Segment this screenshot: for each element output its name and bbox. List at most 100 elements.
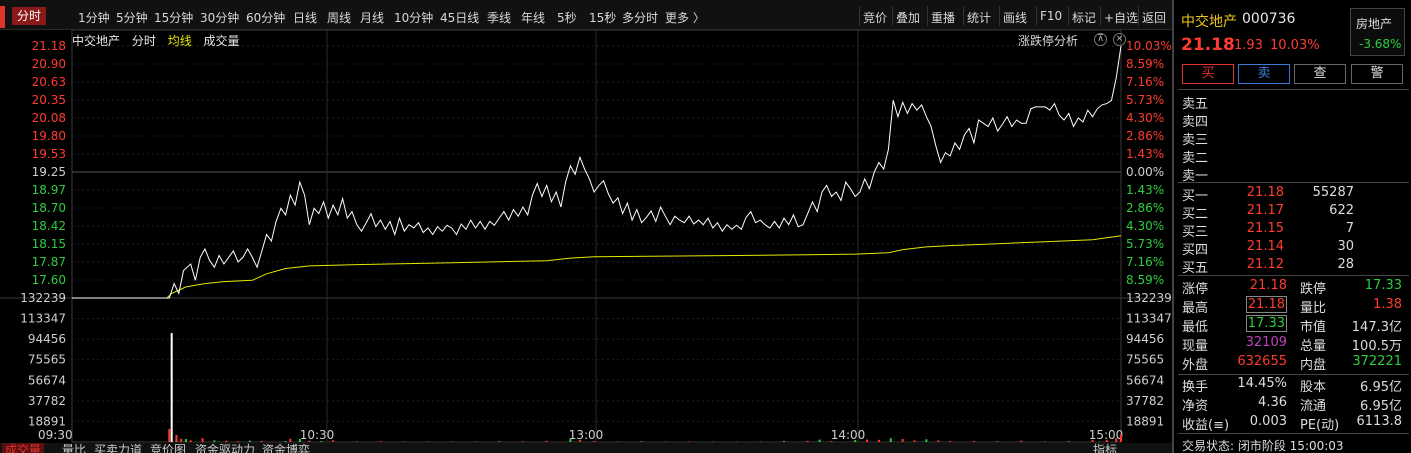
industry-box[interactable]: 房地产 -3.68%	[1350, 8, 1405, 56]
pct-tick-label: 4.30%	[1126, 219, 1164, 233]
indicator-tabs: 成交量 量比 买卖力道 竞价图 资金驱动力 资金博弈 指标	[0, 443, 1172, 453]
tool-button-6[interactable]: 标记	[1072, 9, 1096, 26]
ask-level[interactable]: 卖四	[1182, 111, 1208, 130]
bid-price: 21.14	[1246, 239, 1284, 254]
bid-volume: 55287	[1312, 185, 1354, 200]
price-tick-label: 18.70	[32, 201, 66, 215]
stat-label: 涨停	[1182, 282, 1209, 297]
period-tab-2[interactable]: 5分钟	[116, 9, 148, 26]
stat-value: 632655	[1237, 354, 1287, 369]
volume-bar	[1105, 439, 1108, 442]
period-tab-9[interactable]: 10分钟	[394, 9, 433, 26]
limit-analysis-link[interactable]: 涨跌停分析	[1018, 32, 1078, 49]
ask-level[interactable]: 卖二	[1182, 147, 1208, 166]
bid-level[interactable]: 买二	[1182, 203, 1208, 222]
indicator-tab-1[interactable]: 量比	[62, 443, 86, 453]
bid-level[interactable]: 买一	[1182, 185, 1208, 204]
volume-bar	[175, 434, 178, 442]
time-tick-label: 14:00	[831, 428, 866, 442]
indicator-tab-4[interactable]: 资金驱动力	[195, 443, 255, 453]
tool-button-0[interactable]: 竞价	[863, 9, 887, 26]
stock-name: 中交地产	[1181, 14, 1237, 30]
toolbar-separator	[1138, 6, 1139, 26]
volume-bar	[474, 441, 477, 442]
ask-level[interactable]: 卖三	[1182, 129, 1208, 148]
bid-volume: 622	[1329, 203, 1354, 218]
indicator-tab-6[interactable]: 指标	[1093, 443, 1117, 453]
volume-tick-label: 18891	[28, 414, 66, 428]
volume-bar	[201, 438, 204, 442]
period-tab-13[interactable]: 5秒	[557, 9, 577, 26]
price-change: 1.93	[1234, 38, 1263, 53]
volume-tick-label-right: 75565	[1126, 353, 1164, 367]
tool-button-1[interactable]: 叠加	[896, 9, 920, 26]
quote-panel: 中交地产 000736 21.18 1.93 10.03% 房地产 -3.68%…	[1172, 0, 1411, 453]
indicator-tab-2[interactable]: 买卖力道	[94, 443, 142, 453]
period-tab-1[interactable]: 1分钟	[78, 9, 110, 26]
stat-label: 最高	[1182, 301, 1209, 316]
bid-level[interactable]: 买四	[1182, 239, 1208, 258]
period-tab-12[interactable]: 年线	[521, 9, 545, 26]
pin-icon[interactable]: ⊼	[1094, 33, 1107, 46]
volume-bar	[854, 440, 857, 442]
period-tab-4[interactable]: 30分钟	[200, 9, 239, 26]
ask-level[interactable]: 卖五	[1182, 93, 1208, 112]
period-tab-5[interactable]: 60分钟	[246, 9, 285, 26]
bid-level[interactable]: 买五	[1182, 257, 1208, 276]
stat-label: 市值	[1300, 320, 1327, 335]
volume-bar	[578, 439, 581, 442]
bid-volume: 30	[1337, 239, 1354, 254]
stat-label: 量比	[1300, 301, 1327, 316]
toolbar-separator	[927, 6, 928, 26]
chart-canvas[interactable]: 21.18 10.03% 20.90 8.59% 20.63 7.16% 20.35 5.73…	[0, 30, 1172, 453]
divider	[1178, 374, 1409, 375]
divider	[1178, 182, 1409, 183]
volume-bar	[170, 333, 173, 442]
volume-bar	[248, 440, 251, 442]
industry-pct: -3.68%	[1359, 37, 1402, 51]
bid-price: 21.17	[1246, 203, 1284, 218]
volume-bar	[180, 438, 183, 442]
period-tab-0[interactable]: 分时	[12, 7, 47, 25]
period-tab-6[interactable]: 日线	[293, 9, 317, 26]
period-tab-3[interactable]: 15分钟	[154, 9, 193, 26]
period-tab-15[interactable]: 多分时	[622, 9, 658, 26]
volume-bar	[806, 440, 809, 442]
volume-bar	[913, 440, 916, 442]
period-tab-8[interactable]: 月线	[360, 9, 384, 26]
price-tick-label: 19.80	[32, 129, 66, 143]
bid-level[interactable]: 买三	[1182, 221, 1208, 240]
period-tab-16[interactable]: 更多 〉	[665, 9, 705, 26]
pct-tick-label: 4.30%	[1126, 111, 1164, 125]
time-tick-label: 09:30	[38, 428, 73, 442]
trade-status: 交易状态: 闭市阶段 15:00:03	[1182, 439, 1344, 453]
period-tab-14[interactable]: 15秒	[589, 9, 616, 26]
volume-bar	[616, 441, 619, 442]
sell-button[interactable]: 卖	[1238, 64, 1290, 84]
volume-tick-label: 56674	[28, 373, 66, 387]
tool-button-7[interactable]: +自选	[1104, 9, 1138, 26]
intraday-chart[interactable]: 21.18 10.03% 20.90 8.59% 20.63 7.16% 20.35 5.73…	[0, 30, 1172, 453]
tool-button-2[interactable]: 重播	[931, 9, 955, 26]
buy-button[interactable]: 买	[1182, 64, 1234, 84]
period-tab-10[interactable]: 45日线	[440, 9, 479, 26]
tool-button-3[interactable]: 统计	[967, 9, 991, 26]
indicator-tab-0[interactable]: 成交量	[2, 443, 45, 453]
indicator-tab-5[interactable]: 资金博弈	[262, 443, 310, 453]
tool-button-4[interactable]: 画线	[1003, 9, 1027, 26]
close-icon[interactable]: ×	[1113, 33, 1126, 46]
stock-code: 000736	[1242, 11, 1296, 27]
period-tab-7[interactable]: 周线	[327, 9, 351, 26]
period-tab-11[interactable]: 季线	[487, 9, 511, 26]
volume-bar	[925, 439, 928, 442]
volume-bar	[1115, 438, 1118, 442]
alert-button[interactable]: 警	[1351, 64, 1403, 84]
chart-header: 中交地产 分时 均线 成交量	[72, 32, 248, 49]
tool-button-5[interactable]: F10	[1040, 9, 1062, 23]
stat-value: 6.95亿	[1360, 380, 1402, 395]
indicator-tab-3[interactable]: 竞价图	[150, 443, 186, 453]
volume-bar	[996, 441, 999, 442]
query-button[interactable]: 查	[1294, 64, 1346, 84]
tool-button-8[interactable]: 返回	[1142, 9, 1166, 26]
pct-tick-label: 0.00%	[1126, 165, 1164, 179]
